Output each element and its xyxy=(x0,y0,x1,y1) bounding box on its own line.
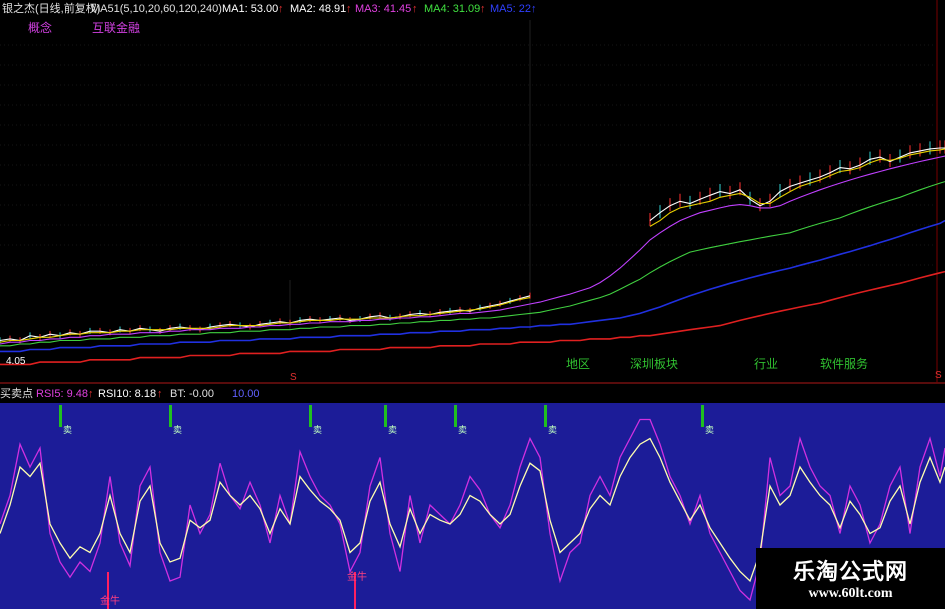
rsi-panel-title: 买卖点 xyxy=(0,387,33,400)
sell-flag xyxy=(544,405,547,427)
stock-chart-window: 银之杰(日线,前复权) MA51(5,10,20,60,120,240) MA1… xyxy=(0,0,945,609)
buy-flag-label: 金牛 xyxy=(347,570,367,583)
rsi10-arrow: ↑ xyxy=(157,388,163,400)
chart-canvas[interactable]: 银之杰(日线,前复权) MA51(5,10,20,60,120,240) MA1… xyxy=(0,0,945,609)
ma2-value: MA2: 48.91 xyxy=(290,3,346,15)
sell-flag-label: 卖 xyxy=(705,425,714,435)
sell-flag-label: 卖 xyxy=(548,425,557,435)
ma4-arrow: ↑ xyxy=(480,3,486,15)
right-marker-icon: S xyxy=(935,370,942,381)
stock-title: 银之杰(日线,前复权) xyxy=(2,1,100,15)
sell-flag-label: 卖 xyxy=(458,425,467,435)
price-panel-bg xyxy=(0,0,945,382)
concept-label: 概念 xyxy=(28,20,52,35)
sell-flag-label: 卖 xyxy=(313,425,322,435)
buy-flag-label: 金牛 xyxy=(100,594,120,607)
rsi10-legend: RSI10: 8.18 xyxy=(98,388,156,400)
watermark-url: www.60lt.com xyxy=(808,586,893,601)
sector-label-shenzhen: 深圳板块 xyxy=(630,357,678,371)
sector-label-region: 地区 xyxy=(566,357,590,371)
low-price-label: 4.05 xyxy=(6,356,26,367)
sell-flag-label: 卖 xyxy=(388,425,397,435)
bottom-marker-icon: S xyxy=(290,372,297,383)
sector-label-software: 软件服务 xyxy=(820,356,868,371)
rsi5-legend: RSI5: 9.48 xyxy=(36,388,88,400)
level-legend: 10.00 xyxy=(232,388,260,400)
sell-flag xyxy=(454,405,457,427)
bt-legend: BT: -0.00 xyxy=(170,388,214,400)
ma1-value: MA1: 53.00 xyxy=(222,3,278,15)
watermark-badge: 乐淘公式网 www.60lt.com xyxy=(756,548,945,609)
watermark-title: 乐淘公式网 xyxy=(792,559,908,584)
ma3-value: MA3: 41.45 xyxy=(355,3,411,15)
sell-flag xyxy=(59,405,62,427)
sell-flag-label: 卖 xyxy=(173,425,182,435)
ma2-arrow: ↑ xyxy=(346,3,352,15)
ma5-arrow: ↑ xyxy=(531,3,537,15)
rsi5-arrow: ↑ xyxy=(88,388,94,400)
ma-params-label: MA51(5,10,20,60,120,240) xyxy=(91,3,222,15)
sector-label-industry: 行业 xyxy=(754,357,778,371)
sell-flag xyxy=(169,405,172,427)
concept-value: 互联金融 xyxy=(92,20,140,35)
sell-flag xyxy=(701,405,704,427)
ma1-arrow: ↑ xyxy=(278,3,284,15)
sell-flag-label: 卖 xyxy=(63,425,72,435)
ma4-value: MA4: 31.09 xyxy=(424,3,480,15)
sell-flag xyxy=(384,405,387,427)
sell-flag xyxy=(309,405,312,427)
price-panel: 银之杰(日线,前复权) MA51(5,10,20,60,120,240) MA1… xyxy=(0,0,945,384)
ma3-arrow: ↑ xyxy=(412,3,418,15)
ma5-value: MA5: 22 xyxy=(490,3,531,15)
